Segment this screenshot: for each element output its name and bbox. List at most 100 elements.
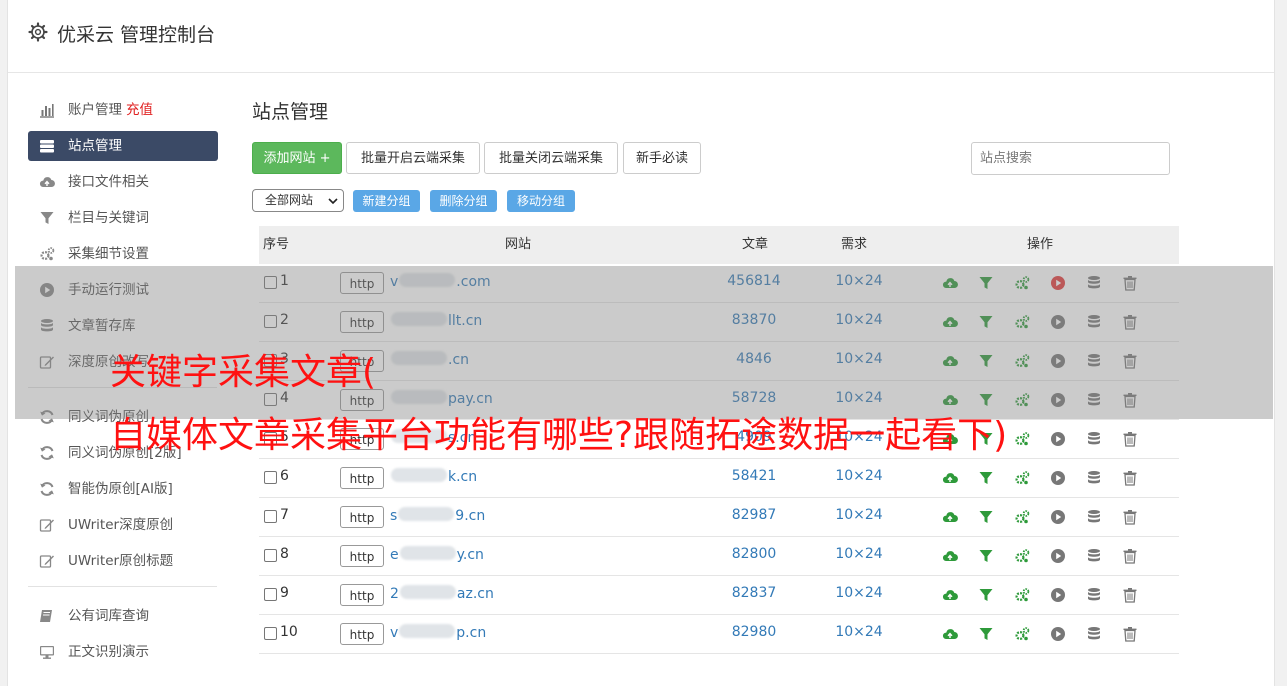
trash-icon[interactable] <box>1122 470 1138 486</box>
demand-value[interactable]: 10×24 <box>814 468 904 484</box>
site-name-end: 9.cn <box>455 508 486 524</box>
recharge-link[interactable]: 充值 <box>126 102 153 118</box>
newbie-guide-button[interactable]: 新手必读 <box>623 142 701 174</box>
row-checkbox[interactable] <box>264 471 277 484</box>
filter-icon[interactable] <box>978 548 994 564</box>
play-icon[interactable] <box>1050 626 1066 642</box>
trash-icon[interactable] <box>1122 509 1138 525</box>
cloud-upload-icon <box>39 177 55 187</box>
enable-cloud-collect-button[interactable]: 批量开启云端采集 <box>346 142 480 174</box>
row-index: 10 <box>280 624 298 640</box>
cloud-upload-icon[interactable] <box>942 509 958 525</box>
filter-icon[interactable] <box>978 470 994 486</box>
play-icon[interactable] <box>1050 509 1066 525</box>
server-icon <box>40 140 54 153</box>
sidebar-item[interactable]: 账户管理 充值 <box>28 95 218 125</box>
row-checkbox[interactable] <box>264 510 277 523</box>
play-icon[interactable] <box>1050 587 1066 603</box>
disable-cloud-collect-button[interactable]: 批量关闭云端采集 <box>484 142 618 174</box>
sidebar-item[interactable]: 站点管理 <box>28 131 218 161</box>
sidebar-item-label: UWriter原创标题 <box>68 553 174 569</box>
main-content: 站点管理 添加网站 + 批量开启云端采集 批量关闭云端采集 新手必读 全部网站 … <box>252 95 1182 654</box>
edit-icon <box>39 555 54 568</box>
sidebar-item[interactable]: 接口文件相关 <box>28 167 218 197</box>
protocol-badge[interactable]: http <box>340 623 384 645</box>
database-icon[interactable] <box>1086 626 1102 642</box>
filter-icon <box>40 212 54 224</box>
play-icon[interactable] <box>1050 470 1066 486</box>
article-count[interactable]: 58421 <box>699 468 809 484</box>
table-header: 序号 网站 文章 需求 操作 <box>259 226 1179 264</box>
trash-icon[interactable] <box>1122 626 1138 642</box>
gears-icon[interactable] <box>1014 587 1030 603</box>
cloud-upload-icon[interactable] <box>942 548 958 564</box>
cloud-upload-icon[interactable] <box>942 470 958 486</box>
site-link[interactable]: s 9.cn <box>390 507 485 524</box>
sidebar-item[interactable]: 智能伪原创[AI版] <box>28 474 218 504</box>
play-icon[interactable] <box>1050 548 1066 564</box>
filter-icon[interactable] <box>978 587 994 603</box>
delete-group-button[interactable]: 删除分组 <box>430 190 497 212</box>
sidebar-item[interactable]: UWriter原创标题 <box>28 546 218 576</box>
site-name-end: p.cn <box>456 625 487 641</box>
protocol-badge[interactable]: http <box>340 467 384 489</box>
filter-icon[interactable] <box>978 626 994 642</box>
gears-icon[interactable] <box>1014 626 1030 642</box>
protocol-badge[interactable]: http <box>340 584 384 606</box>
col-index: 序号 <box>263 237 290 252</box>
sidebar-item[interactable]: 栏目与关键词 <box>28 203 218 233</box>
article-count[interactable]: 82837 <box>699 585 809 601</box>
sidebar-item-label: 接口文件相关 <box>68 174 149 190</box>
gears-icon[interactable] <box>1014 470 1030 486</box>
gears-icon[interactable] <box>1014 548 1030 564</box>
sidebar-item-label: 智能伪原创[AI版] <box>68 481 173 497</box>
sidebar-item[interactable]: 正文识别演示 <box>28 637 218 667</box>
database-icon[interactable] <box>1086 470 1102 486</box>
demand-value[interactable]: 10×24 <box>814 624 904 640</box>
group-select[interactable]: 全部网站 <box>252 189 344 212</box>
trash-icon[interactable] <box>1122 587 1138 603</box>
site-search-input[interactable] <box>971 142 1170 175</box>
demand-value[interactable]: 10×24 <box>814 546 904 562</box>
article-count[interactable]: 82980 <box>699 624 809 640</box>
edit-icon <box>39 519 54 532</box>
cloud-upload-icon[interactable] <box>942 587 958 603</box>
gears-icon[interactable] <box>1014 509 1030 525</box>
headline-line-2: 自媒体文章采集平台功能有哪些?跟随拓途数据一起看下) <box>110 415 1008 456</box>
database-icon[interactable] <box>1086 509 1102 525</box>
sidebar-item-label: 账户管理 <box>68 102 122 118</box>
row-index: 9 <box>280 585 289 601</box>
sidebar-item[interactable]: UWriter深度原创 <box>28 510 218 540</box>
protocol-badge[interactable]: http <box>340 506 384 528</box>
filter-icon[interactable] <box>978 509 994 525</box>
move-group-button[interactable]: 移动分组 <box>507 190 575 212</box>
monitor-icon <box>40 646 54 659</box>
new-group-button[interactable]: 新建分组 <box>353 190 420 212</box>
table-row: 7 http s 9.cn 82987 10×24 <box>259 498 1179 537</box>
sidebar-item[interactable]: 公有词库查询 <box>28 601 218 631</box>
site-link[interactable]: 2 az.cn <box>390 585 494 602</box>
demand-value[interactable]: 10×24 <box>814 585 904 601</box>
database-icon[interactable] <box>1086 587 1102 603</box>
article-count[interactable]: 82987 <box>699 507 809 523</box>
overlay-headline: 关键字采集文章( 自媒体文章采集平台功能有哪些?跟随拓途数据一起看下) <box>110 341 1280 467</box>
sidebar-item-label: 栏目与关键词 <box>68 210 149 226</box>
masked-domain <box>398 507 455 521</box>
trash-icon[interactable] <box>1122 548 1138 564</box>
sidebar-item[interactable]: 采集细节设置 <box>28 239 218 269</box>
masked-domain <box>399 585 456 599</box>
protocol-badge[interactable]: http <box>340 545 384 567</box>
table-row: 9 http 2 az.cn 82837 10×24 <box>259 576 1179 615</box>
demand-value[interactable]: 10×24 <box>814 507 904 523</box>
row-checkbox[interactable] <box>264 627 277 640</box>
article-count[interactable]: 82800 <box>699 546 809 562</box>
site-link[interactable]: e y.cn <box>390 546 484 563</box>
row-checkbox[interactable] <box>264 588 277 601</box>
database-icon[interactable] <box>1086 548 1102 564</box>
site-link[interactable]: k.cn <box>390 468 477 485</box>
site-name-start: v <box>390 625 399 641</box>
site-link[interactable]: v p.cn <box>390 624 486 641</box>
add-site-button[interactable]: 添加网站 + <box>252 142 342 174</box>
row-checkbox[interactable] <box>264 549 277 562</box>
cloud-upload-icon[interactable] <box>942 626 958 642</box>
